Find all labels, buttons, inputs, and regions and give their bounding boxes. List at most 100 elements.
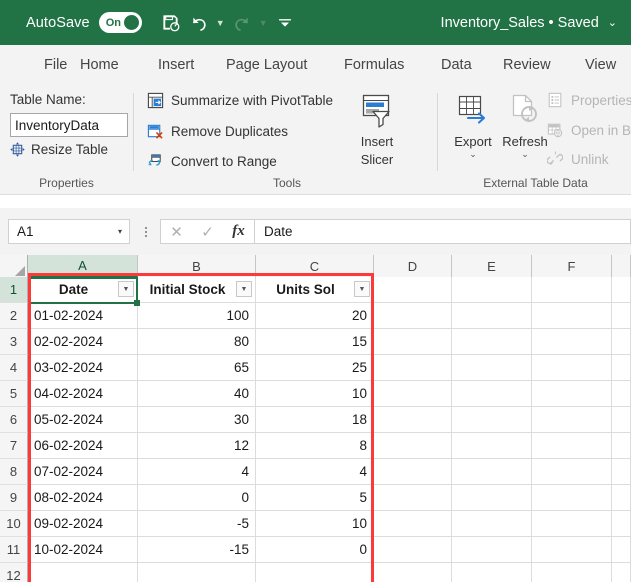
empty-cell[interactable] (374, 407, 452, 433)
name-box[interactable]: A1 ▾ (8, 219, 130, 244)
table-cell-date[interactable]: 08-02-2024 (28, 485, 138, 511)
column-header-E[interactable]: E (452, 255, 532, 277)
row-header-5[interactable]: 5 (0, 381, 28, 407)
empty-cell[interactable] (374, 329, 452, 355)
column-header-F[interactable]: F (532, 255, 612, 277)
empty-cell[interactable] (374, 537, 452, 563)
empty-cell[interactable] (532, 511, 612, 537)
empty-cell[interactable] (452, 459, 532, 485)
column-header-partial[interactable] (612, 255, 631, 277)
empty-cell[interactable] (452, 433, 532, 459)
row-header-10[interactable]: 10 (0, 511, 28, 537)
tab-view[interactable]: View (585, 45, 616, 85)
empty-cell[interactable] (532, 433, 612, 459)
table-cell-units-sold[interactable]: 25 (256, 355, 374, 381)
tab-home[interactable]: Home (80, 45, 119, 85)
tab-formulas[interactable]: Formulas (344, 45, 404, 85)
table-header-cell-1[interactable]: Date ▼ (28, 277, 138, 303)
empty-cell[interactable] (532, 329, 612, 355)
empty-cell[interactable] (532, 407, 612, 433)
table-name-input[interactable]: InventoryData (10, 113, 128, 137)
empty-cell[interactable] (452, 537, 532, 563)
tab-review[interactable]: Review (503, 45, 551, 85)
empty-cell[interactable] (612, 407, 631, 433)
formula-bar-grip[interactable] (140, 226, 152, 237)
row-header-8[interactable]: 8 (0, 459, 28, 485)
save-icon[interactable] (158, 10, 184, 36)
summarize-with-pivottable-button[interactable]: Summarize with PivotTable (146, 92, 333, 109)
column-header-D[interactable]: D (374, 255, 452, 277)
filter-dropdown-icon[interactable]: ▼ (354, 281, 370, 297)
column-header-A[interactable]: A (28, 255, 138, 277)
tab-data[interactable]: Data (441, 45, 472, 85)
empty-cell[interactable] (374, 511, 452, 537)
row-header-7[interactable]: 7 (0, 433, 28, 459)
convert-to-range-button[interactable]: Convert to Range (146, 153, 277, 170)
row-header-11[interactable]: 11 (0, 537, 28, 563)
row-header-4[interactable]: 4 (0, 355, 28, 381)
row-header-6[interactable]: 6 (0, 407, 28, 433)
empty-cell[interactable] (532, 303, 612, 329)
table-cell-units-sold[interactable]: 8 (256, 433, 374, 459)
table-cell-initial-stock[interactable]: -5 (138, 511, 256, 537)
autosave-toggle[interactable]: On (98, 12, 142, 33)
name-box-chevron-down-icon[interactable]: ▾ (118, 227, 122, 236)
tab-insert[interactable]: Insert (158, 45, 194, 85)
undo-icon[interactable] (186, 10, 212, 36)
empty-cell[interactable] (612, 563, 631, 582)
refresh-dropdown-icon[interactable]: ⌄ (521, 149, 529, 160)
empty-cell[interactable] (612, 459, 631, 485)
empty-cell[interactable] (452, 485, 532, 511)
table-header-cell-3[interactable]: Units Sol ▼ (256, 277, 374, 303)
empty-cell[interactable] (374, 433, 452, 459)
empty-cell[interactable] (612, 355, 631, 381)
table-cell-initial-stock[interactable]: 0 (138, 485, 256, 511)
table-cell-units-sold[interactable]: 15 (256, 329, 374, 355)
export-button[interactable]: Export ⌄ (444, 94, 502, 160)
empty-cell[interactable] (612, 485, 631, 511)
table-cell-units-sold[interactable]: 18 (256, 407, 374, 433)
table-cell-date[interactable]: 03-02-2024 (28, 355, 138, 381)
row-header-2[interactable]: 2 (0, 303, 28, 329)
empty-cell[interactable] (532, 537, 612, 563)
empty-cell[interactable] (612, 277, 631, 303)
table-cell-units-sold[interactable]: 10 (256, 511, 374, 537)
title-chevron-down-icon[interactable]: ⌄ (608, 16, 617, 29)
table-cell-units-sold[interactable]: 10 (256, 381, 374, 407)
remove-duplicates-button[interactable]: Remove Duplicates (146, 123, 288, 140)
table-cell-date[interactable]: 09-02-2024 (28, 511, 138, 537)
export-dropdown-icon[interactable]: ⌄ (469, 149, 477, 160)
row-header-3[interactable]: 3 (0, 329, 28, 355)
empty-cell[interactable] (374, 277, 452, 303)
column-header-B[interactable]: B (138, 255, 256, 277)
row-header-12[interactable]: 12 (0, 563, 28, 582)
enter-icon[interactable]: ✓ (192, 220, 223, 243)
empty-cell[interactable] (256, 563, 374, 582)
tab-page-layout[interactable]: Page Layout (226, 45, 307, 85)
table-cell-units-sold[interactable]: 4 (256, 459, 374, 485)
empty-cell[interactable] (612, 381, 631, 407)
empty-cell[interactable] (452, 329, 532, 355)
empty-cell[interactable] (452, 407, 532, 433)
table-cell-date[interactable]: 07-02-2024 (28, 459, 138, 485)
empty-cell[interactable] (452, 563, 532, 582)
table-cell-initial-stock[interactable]: 80 (138, 329, 256, 355)
empty-cell[interactable] (374, 485, 452, 511)
tab-file[interactable]: File (44, 45, 67, 85)
empty-cell[interactable] (612, 537, 631, 563)
table-header-cell-2[interactable]: Initial Stock ▼ (138, 277, 256, 303)
formula-input[interactable]: Date (254, 219, 631, 244)
table-cell-initial-stock[interactable]: 30 (138, 407, 256, 433)
table-cell-units-sold[interactable]: 20 (256, 303, 374, 329)
table-cell-initial-stock[interactable]: 65 (138, 355, 256, 381)
undo-dropdown-icon[interactable]: ▼ (214, 10, 227, 36)
table-cell-date[interactable]: 02-02-2024 (28, 329, 138, 355)
empty-cell[interactable] (374, 563, 452, 582)
empty-cell[interactable] (452, 303, 532, 329)
resize-table-button[interactable]: Resize Table (10, 142, 108, 157)
empty-cell[interactable] (532, 381, 612, 407)
table-cell-initial-stock[interactable]: 40 (138, 381, 256, 407)
empty-cell[interactable] (452, 511, 532, 537)
empty-cell[interactable] (452, 277, 532, 303)
select-all-corner[interactable] (0, 255, 28, 277)
